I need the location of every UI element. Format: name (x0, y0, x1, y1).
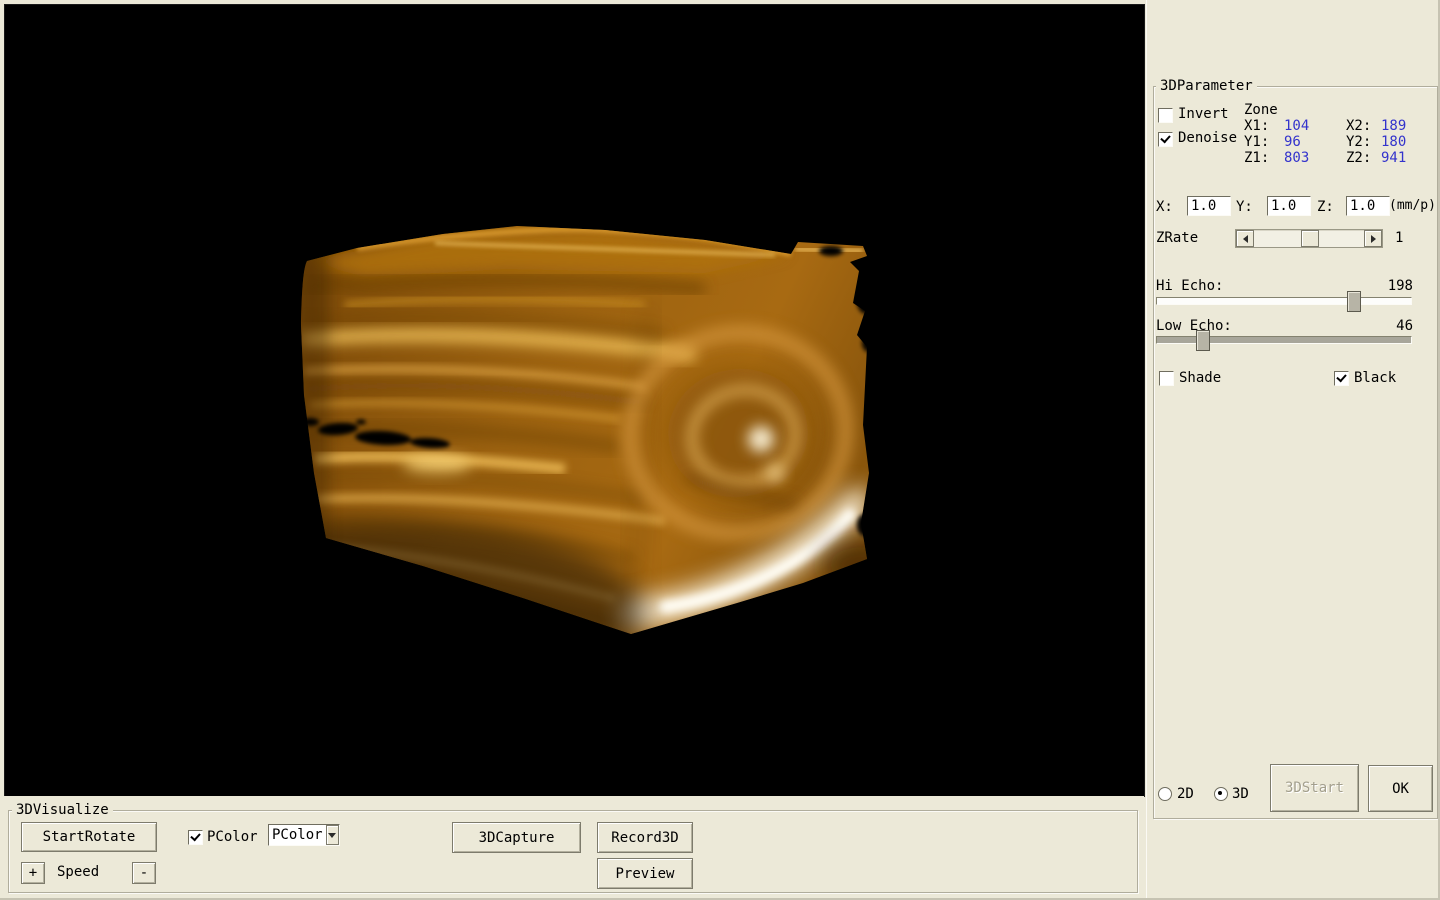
zone-x2-label: X2: (1346, 118, 1371, 134)
speed-plus-button[interactable]: + (21, 862, 45, 884)
low-echo-label: Low Echo: (1156, 318, 1232, 334)
scale-x-label: X: (1156, 199, 1173, 215)
hi-echo-slider[interactable] (1156, 297, 1412, 305)
speed-minus-button[interactable]: - (132, 862, 156, 884)
zone-z2-label: Z2: (1346, 150, 1371, 166)
mode-3d-label[interactable]: 3D (1232, 786, 1249, 802)
denoise-label[interactable]: Denoise (1178, 130, 1237, 146)
zone-z1-value: 803 (1284, 150, 1309, 166)
invert-checkbox[interactable] (1158, 108, 1173, 123)
low-echo-slider-thumb[interactable] (1196, 330, 1210, 351)
zrate-scroll-left-icon[interactable] (1236, 230, 1254, 247)
zone-y2-label: Y2: (1346, 134, 1371, 150)
mode-2d-radio[interactable] (1158, 787, 1172, 801)
zrate-scroll-thumb[interactable] (1301, 230, 1319, 247)
scale-z-input[interactable] (1346, 196, 1390, 216)
zone-y2-value: 180 (1381, 134, 1406, 150)
visualize-group-title: 3DVisualize (12, 803, 113, 817)
dropdown-arrow-icon[interactable] (326, 825, 339, 845)
speed-label: Speed (57, 864, 99, 880)
zone-y1-value: 96 (1284, 134, 1301, 150)
invert-label[interactable]: Invert (1178, 106, 1229, 122)
pcolor-label[interactable]: PColor (207, 829, 258, 845)
zone-y1-label: Y1: (1244, 134, 1269, 150)
mode-3d-radio[interactable] (1214, 787, 1228, 801)
shade-label[interactable]: Shade (1179, 370, 1221, 386)
app-window: 3DParameter Invert Denoise Zone X1: 104 … (0, 0, 1440, 900)
black-label[interactable]: Black (1354, 370, 1396, 386)
volume-render (5, 5, 1144, 796)
zone-x1-value: 104 (1284, 118, 1309, 134)
hi-echo-slider-thumb[interactable] (1347, 291, 1361, 312)
low-echo-value: 46 (1367, 318, 1413, 334)
scale-z-label: Z: (1317, 199, 1334, 215)
black-checkbox[interactable] (1334, 371, 1349, 386)
zrate-value: 1 (1395, 230, 1403, 246)
zrate-label: ZRate (1156, 230, 1198, 246)
start-rotate-button[interactable]: StartRotate (21, 822, 157, 852)
zone-label: Zone (1244, 102, 1278, 118)
record3d-button[interactable]: Record3D (597, 822, 693, 853)
hi-echo-label: Hi Echo: (1156, 278, 1223, 294)
pcolor-dropdown-value: PColor (269, 827, 326, 843)
preview-button[interactable]: Preview (597, 858, 693, 889)
pcolor-dropdown[interactable]: PColor (268, 824, 340, 846)
3d-viewport[interactable] (4, 4, 1145, 797)
zone-x2-value: 189 (1381, 118, 1406, 134)
ok-button[interactable]: OK (1368, 765, 1433, 812)
denoise-checkbox[interactable] (1158, 132, 1173, 147)
zrate-scrollbar[interactable] (1235, 229, 1383, 248)
hi-echo-value: 198 (1367, 278, 1413, 294)
zrate-scroll-right-icon[interactable] (1364, 230, 1382, 247)
scale-unit-label: (mm/p) (1389, 198, 1436, 213)
3dstart-button[interactable]: 3DStart (1270, 764, 1359, 812)
scale-y-input[interactable] (1267, 196, 1311, 216)
mode-2d-label[interactable]: 2D (1177, 786, 1194, 802)
parameter-panel: 3DParameter Invert Denoise Zone X1: 104 … (1146, 0, 1440, 900)
parameter-group-title: 3DParameter (1156, 79, 1257, 93)
scale-y-label: Y: (1236, 199, 1253, 215)
scale-x-input[interactable] (1187, 196, 1231, 216)
shade-checkbox[interactable] (1159, 371, 1174, 386)
pcolor-checkbox[interactable] (188, 830, 203, 845)
visualize-panel: 3DVisualize StartRotate + Speed - PColor… (0, 796, 1144, 900)
zone-x1-label: X1: (1244, 118, 1269, 134)
3dcapture-button[interactable]: 3DCapture (452, 822, 581, 853)
zone-z1-label: Z1: (1244, 150, 1269, 166)
zone-z2-value: 941 (1381, 150, 1406, 166)
low-echo-slider[interactable] (1156, 336, 1412, 344)
